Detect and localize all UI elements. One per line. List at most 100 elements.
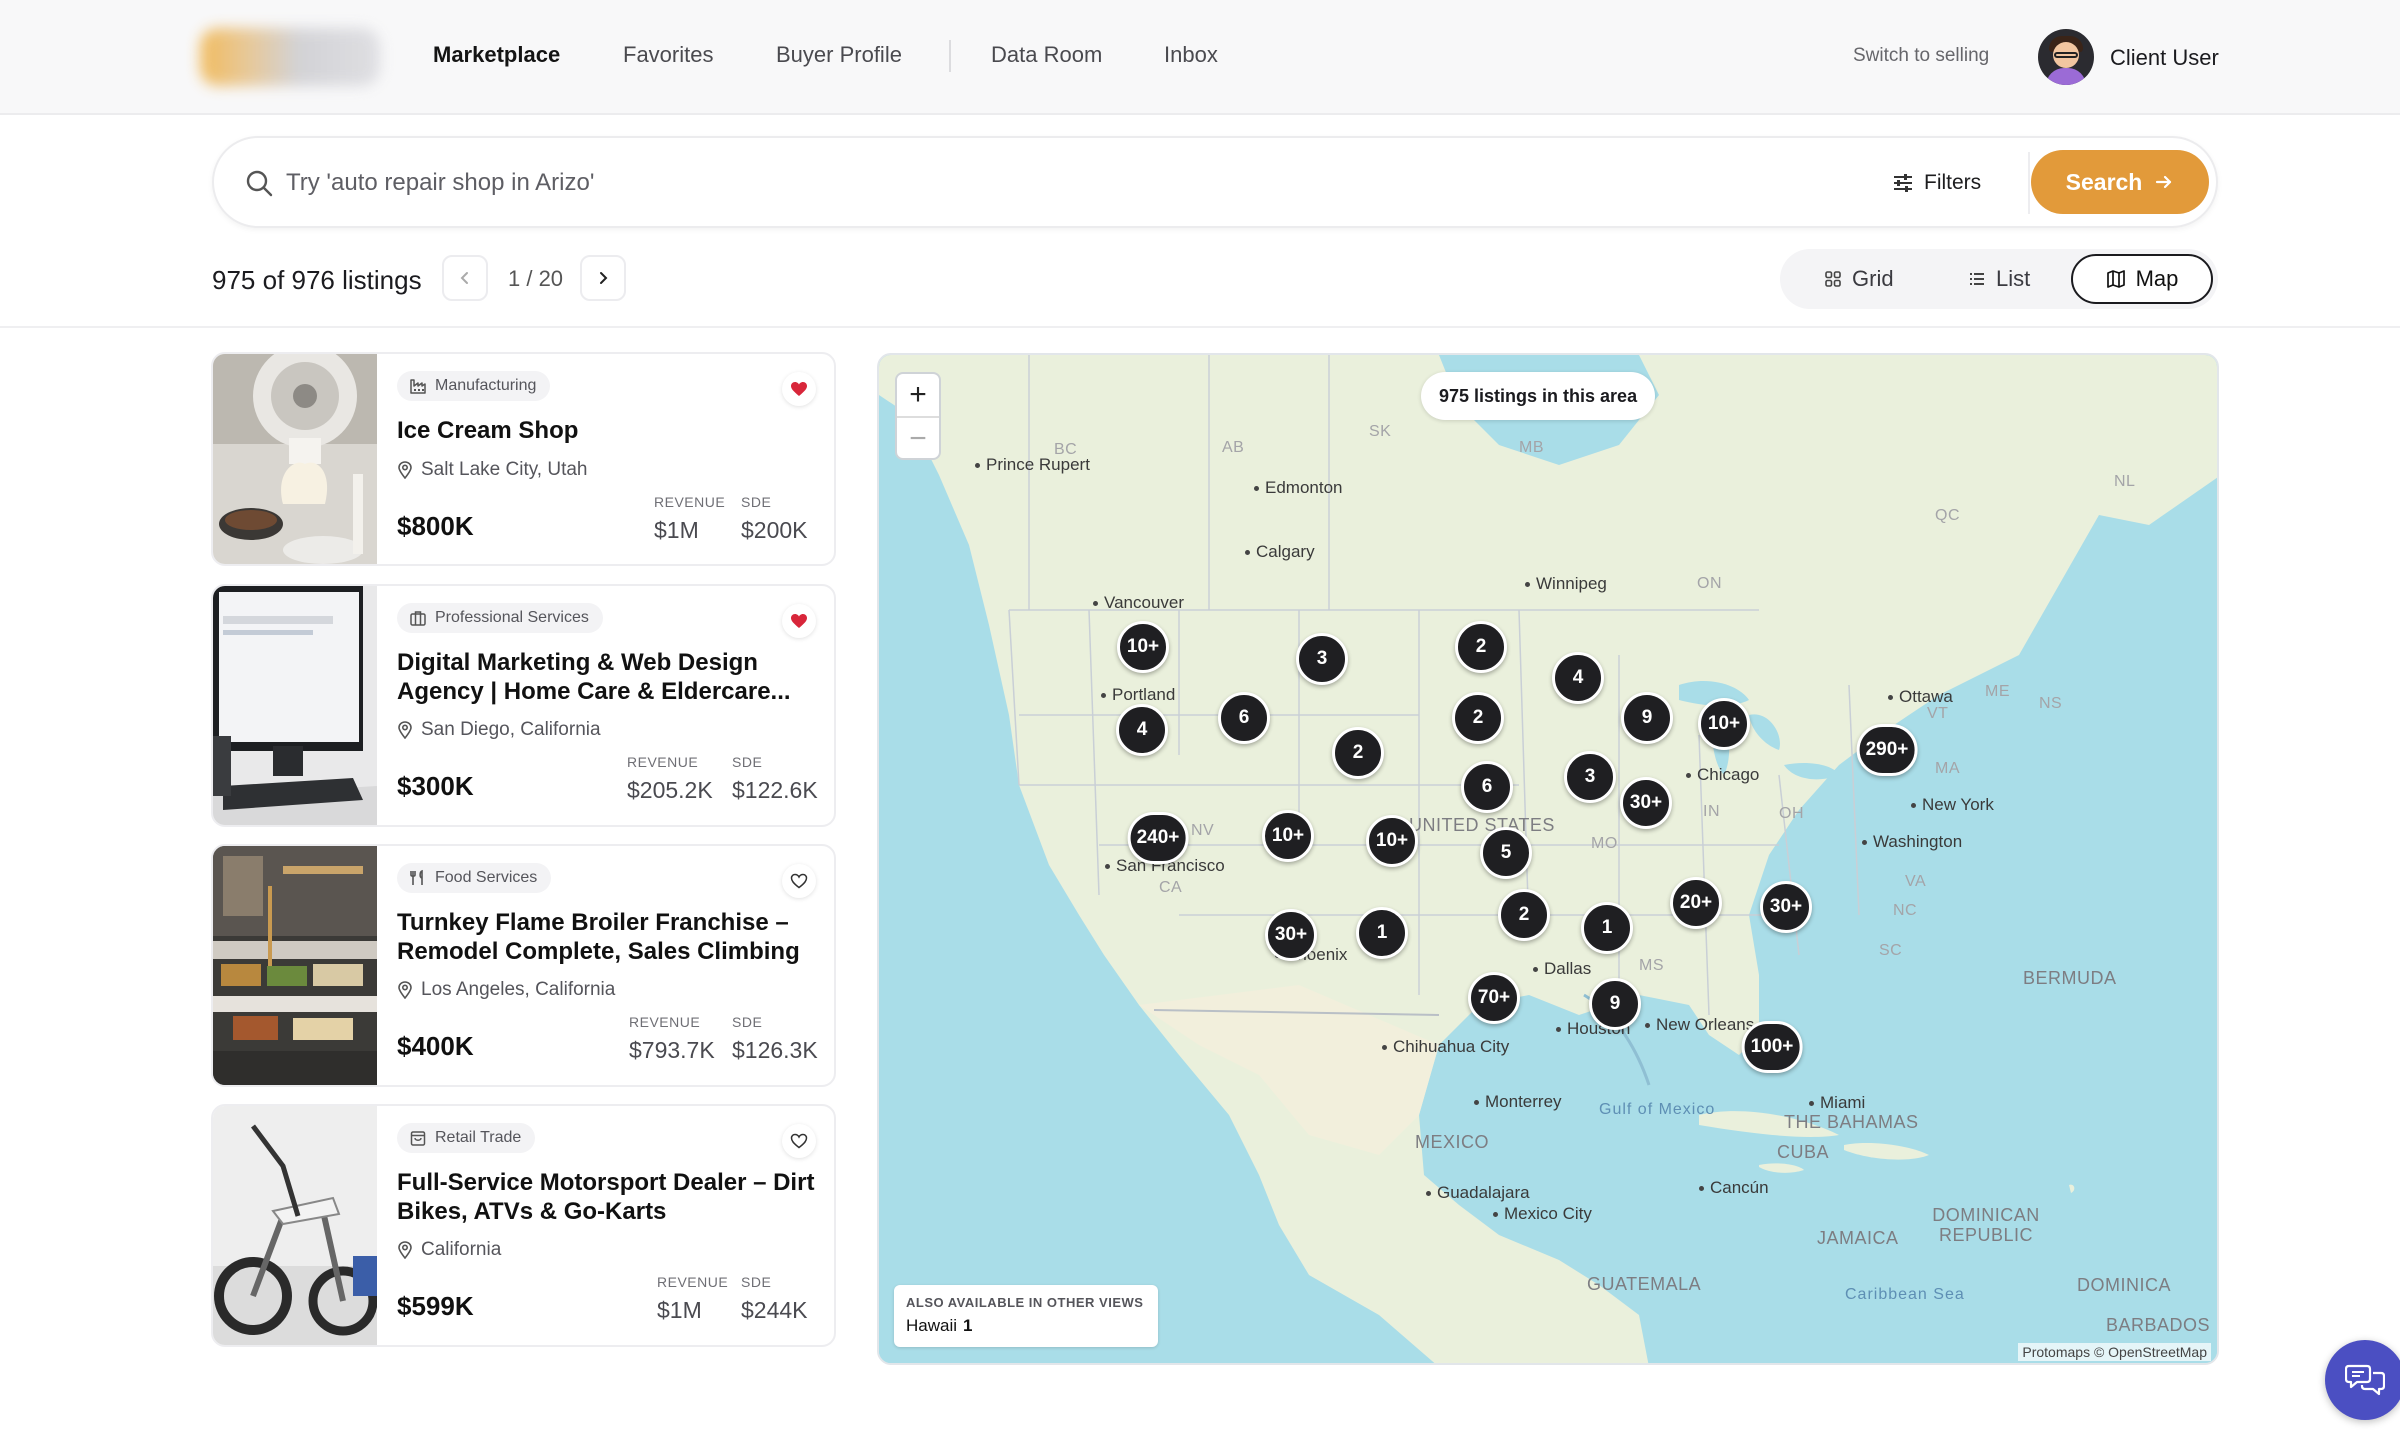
map-cluster-marker[interactable]: 2 xyxy=(1498,889,1550,941)
revenue-label: REVENUE xyxy=(657,1274,729,1290)
heart-outline-icon xyxy=(790,873,808,889)
map-cluster-marker[interactable]: 2 xyxy=(1452,692,1504,744)
listing-title[interactable]: Digital Marketing & Web Design Agency | … xyxy=(397,648,827,706)
map-cluster-marker[interactable]: 100+ xyxy=(1741,1021,1803,1073)
city-label: New York xyxy=(1911,795,1994,815)
next-page-button[interactable] xyxy=(580,255,626,301)
map-cluster-marker[interactable]: 9 xyxy=(1621,692,1673,744)
prev-page-button[interactable] xyxy=(442,255,488,301)
revenue-value: $793.7K xyxy=(629,1037,715,1063)
listing-title[interactable]: Turnkey Flame Broiler Franchise – Remode… xyxy=(397,908,827,966)
listing-title[interactable]: Ice Cream Shop xyxy=(397,416,827,445)
city-label: Mexico City xyxy=(1493,1204,1592,1224)
listing-card[interactable]: Retail Trade Full-Service Motorsport Dea… xyxy=(211,1104,836,1347)
map-cluster-marker[interactable]: 6 xyxy=(1218,692,1270,744)
map-cluster-marker[interactable]: 4 xyxy=(1552,652,1604,704)
sde-label: SDE xyxy=(741,494,772,510)
nav-buyer-profile[interactable]: Buyer Profile xyxy=(776,42,902,68)
nav-data-room[interactable]: Data Room xyxy=(991,42,1102,68)
search-bar: Filters Search xyxy=(212,136,2218,228)
zoom-in-button[interactable]: + xyxy=(897,374,939,416)
region-label: VA xyxy=(1905,873,1927,890)
sde-label: SDE xyxy=(732,1014,763,1030)
location-pin-icon xyxy=(398,1241,412,1259)
favorite-button[interactable] xyxy=(782,604,816,638)
map-cluster-marker[interactable]: 6 xyxy=(1461,761,1513,813)
location-pin-icon xyxy=(398,461,412,479)
view-grid-button[interactable]: Grid xyxy=(1824,249,1894,309)
map-cluster-marker[interactable]: 10+ xyxy=(1117,621,1169,673)
chat-button[interactable] xyxy=(2325,1340,2400,1420)
map-attribution[interactable]: Protomaps © OpenStreetMap xyxy=(2018,1343,2211,1361)
map-cluster-marker[interactable]: 9 xyxy=(1589,978,1641,1030)
listing-card[interactable]: Food Services Turnkey Flame Broiler Fran… xyxy=(211,844,836,1087)
listing-image[interactable] xyxy=(213,354,377,564)
favorite-button[interactable] xyxy=(782,864,816,898)
view-map-label: Map xyxy=(2135,266,2179,291)
map-cluster-marker[interactable]: 3 xyxy=(1296,633,1348,685)
region-label: NV xyxy=(1191,822,1215,839)
list-icon xyxy=(1970,273,1984,285)
region-label: SC xyxy=(1879,942,1903,959)
city-label: Edmonton xyxy=(1254,478,1343,498)
arrow-right-icon xyxy=(2156,175,2172,189)
map-cluster-marker[interactable]: 30+ xyxy=(1265,909,1317,961)
map-cluster-marker[interactable]: 1 xyxy=(1356,907,1408,959)
sde-metric: SDE $122.6K xyxy=(732,754,818,804)
listings-count: 975 of 976 listings xyxy=(212,265,422,295)
map-cluster-marker[interactable]: 240+ xyxy=(1127,812,1189,864)
listing-card[interactable]: Professional Services Digital Marketing … xyxy=(211,584,836,827)
category-badge: Retail Trade xyxy=(397,1123,536,1153)
other-views-panel[interactable]: ALSO AVAILABLE IN OTHER VIEWS Hawaii 1 xyxy=(894,1285,1158,1347)
city-label: Prince Rupert xyxy=(975,455,1090,475)
category-label: Manufacturing xyxy=(435,377,537,394)
map-cluster-marker[interactable]: 70+ xyxy=(1468,972,1520,1024)
favorite-button[interactable] xyxy=(782,1124,816,1158)
heart-filled-icon xyxy=(791,382,807,396)
region-label: ON xyxy=(1697,575,1722,592)
search-button[interactable]: Search xyxy=(2031,150,2209,214)
view-map-button[interactable]: Map xyxy=(2071,254,2213,304)
revenue-label: REVENUE xyxy=(627,754,699,770)
city-label: Ottawa xyxy=(1888,687,1953,707)
location-pin-icon xyxy=(398,721,412,739)
listings-map[interactable]: + − 975 listings in this area BC AB SK M… xyxy=(877,353,2219,1365)
map-cluster-marker[interactable]: 10+ xyxy=(1366,815,1418,867)
map-cluster-marker[interactable]: 3 xyxy=(1564,751,1616,803)
map-cluster-marker[interactable]: 1 xyxy=(1581,902,1633,954)
map-cluster-marker[interactable]: 4 xyxy=(1116,704,1168,756)
brand-logo[interactable] xyxy=(200,28,380,86)
other-views-item[interactable]: Hawaii 1 xyxy=(906,1316,1146,1336)
user-name[interactable]: Client User xyxy=(2110,45,2219,71)
listing-location: California xyxy=(397,1239,501,1261)
nav-favorites[interactable]: Favorites xyxy=(623,42,713,68)
map-cluster-marker[interactable]: 30+ xyxy=(1760,881,1812,933)
page-indicator: 1 / 20 xyxy=(508,266,564,291)
map-cluster-marker[interactable]: 20+ xyxy=(1670,877,1722,929)
view-list-button[interactable]: List xyxy=(1968,249,2030,309)
listing-card[interactable]: Manufacturing Ice Cream Shop Salt Lake C… xyxy=(211,352,836,566)
map-cluster-marker[interactable]: 2 xyxy=(1455,621,1507,673)
search-input[interactable] xyxy=(286,162,1886,204)
filters-button[interactable]: Filters xyxy=(1892,162,1981,204)
listing-title[interactable]: Full-Service Motorsport Dealer – Dirt Bi… xyxy=(397,1168,827,1226)
map-cluster-marker[interactable]: 10+ xyxy=(1262,810,1314,862)
area-listings-label: 975 listings in this area xyxy=(1421,372,1656,420)
map-cluster-marker[interactable]: 290+ xyxy=(1856,724,1918,776)
map-cluster-marker[interactable]: 30+ xyxy=(1620,777,1672,829)
switch-to-selling-link[interactable]: Switch to selling xyxy=(1853,45,1989,67)
view-list-label: List xyxy=(1996,266,2031,291)
zoom-out-button[interactable]: − xyxy=(897,418,939,460)
revenue-label: REVENUE xyxy=(654,494,726,510)
listing-image[interactable] xyxy=(213,586,377,825)
listing-image[interactable] xyxy=(213,846,377,1085)
water-label: Caribbean Sea xyxy=(1845,1286,1965,1303)
favorite-button[interactable] xyxy=(782,372,816,406)
map-cluster-marker[interactable]: 2 xyxy=(1332,727,1384,779)
nav-inbox[interactable]: Inbox xyxy=(1164,42,1218,68)
map-cluster-marker[interactable]: 5 xyxy=(1480,827,1532,879)
avatar[interactable] xyxy=(2038,29,2094,85)
map-cluster-marker[interactable]: 10+ xyxy=(1698,698,1750,750)
nav-marketplace[interactable]: Marketplace xyxy=(433,42,560,68)
listing-image[interactable] xyxy=(213,1106,377,1345)
